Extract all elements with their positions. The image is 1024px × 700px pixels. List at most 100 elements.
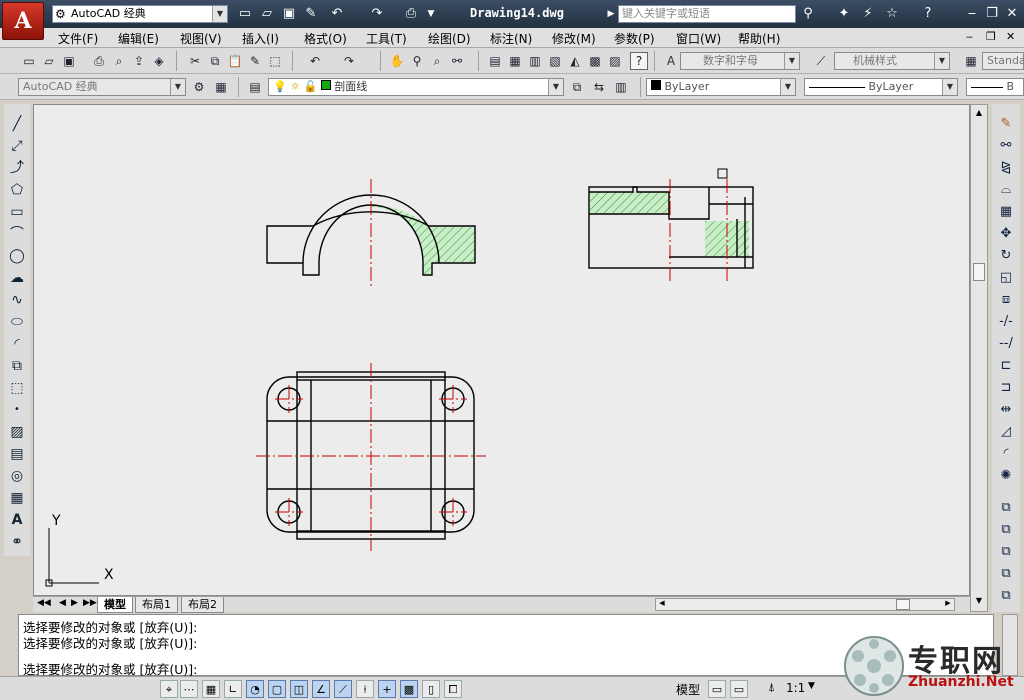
fillet-icon[interactable]: ◜: [995, 444, 1017, 464]
tab-next-icon[interactable]: ▶: [71, 598, 78, 608]
markup-icon[interactable]: ◭: [566, 52, 584, 70]
quick-view-layouts-icon[interactable]: ▭: [708, 680, 726, 698]
move-icon[interactable]: ✥: [995, 224, 1017, 244]
break-at-point-icon[interactable]: ⊏: [995, 356, 1017, 376]
chevron-down-icon[interactable]: ▼: [780, 79, 795, 95]
circle-icon[interactable]: ◯: [6, 246, 28, 266]
open-file-icon[interactable]: ▱: [258, 5, 276, 23]
vertical-scrollbar[interactable]: ▲ ▼: [970, 104, 988, 612]
layer-combo[interactable]: 💡 ☼ 🔓 剖面线 ▼: [268, 78, 564, 96]
redo-icon[interactable]: ↷: [340, 52, 358, 70]
design-center-icon[interactable]: ▦: [506, 52, 524, 70]
text-style-combo[interactable]: 数字和字母 ▼: [680, 52, 800, 70]
copy-object-icon[interactable]: ⚯: [995, 136, 1017, 156]
multiline-text-icon[interactable]: A: [6, 510, 28, 530]
minimize-icon[interactable]: ‒: [962, 5, 982, 23]
workspace-settings-icon[interactable]: ⚙: [190, 78, 208, 96]
annotation-scale-dropdown-icon[interactable]: ▼: [808, 681, 815, 691]
model-space-label[interactable]: 模型: [676, 681, 700, 698]
copy-icon[interactable]: ⧉: [206, 52, 224, 70]
mirror-icon[interactable]: ⧎: [995, 158, 1017, 178]
doc-minimize-icon[interactable]: ‒: [966, 30, 973, 43]
color-control-combo[interactable]: ByLayer ▼: [646, 78, 796, 96]
make-block-icon[interactable]: ⬚: [6, 378, 28, 398]
qnew-icon[interactable]: ▭: [20, 52, 38, 70]
scroll-right-icon[interactable]: ▶: [942, 599, 954, 610]
pan-hand-icon[interactable]: ✋: [388, 52, 406, 70]
break-icon[interactable]: ⊐: [995, 378, 1017, 398]
scale-icon[interactable]: ◱: [995, 268, 1017, 288]
match-properties-icon[interactable]: ✎: [246, 52, 264, 70]
tool-palettes-icon[interactable]: ▥: [526, 52, 544, 70]
layer-states-icon[interactable]: ▥: [612, 78, 630, 96]
linetype-control-combo[interactable]: ByLayer ▼: [804, 78, 958, 96]
properties-icon[interactable]: ▤: [486, 52, 504, 70]
lineweight-control-combo[interactable]: B: [966, 78, 1024, 96]
search-binoculars-icon[interactable]: ⚲: [798, 5, 818, 23]
zoom-realtime-icon[interactable]: ⚲: [408, 52, 426, 70]
draw-order-front-icon[interactable]: ⧉: [995, 498, 1017, 518]
application-menu-button[interactable]: A: [2, 2, 44, 40]
menu-view[interactable]: 视图(V): [180, 30, 222, 47]
tab-layout1[interactable]: 布局1: [135, 597, 178, 613]
communication-center-icon[interactable]: ⚡: [858, 5, 878, 23]
plot-preview-icon[interactable]: ⌕: [110, 52, 128, 70]
array-icon[interactable]: ▦: [995, 202, 1017, 222]
drawing-canvas[interactable]: Y X: [33, 104, 970, 596]
chevron-down-icon[interactable]: ▼: [934, 53, 949, 69]
workspace-switch-combo[interactable]: ⚙ AutoCAD 经典 ▼: [52, 5, 228, 23]
quickcalc-icon[interactable]: ▩: [586, 52, 604, 70]
snap-mode-icon[interactable]: ⋯: [180, 680, 198, 698]
redo-icon[interactable]: ↷: [368, 5, 386, 23]
doc-close-icon[interactable]: ✕: [1006, 30, 1015, 43]
chevron-down-icon[interactable]: ▼: [212, 6, 227, 22]
ellipse-icon[interactable]: ⬭: [6, 312, 28, 332]
block-editor-icon[interactable]: ⬚: [266, 52, 284, 70]
construction-line-icon[interactable]: ⤢: [6, 136, 28, 156]
menu-edit[interactable]: 编辑(E): [118, 30, 159, 47]
scroll-thumb[interactable]: [973, 263, 985, 281]
restore-icon[interactable]: ❐: [982, 5, 1002, 23]
rotate-icon[interactable]: ↻: [995, 246, 1017, 266]
3d-osnap-icon[interactable]: ◫: [290, 680, 308, 698]
infer-constraints-icon[interactable]: ⌖: [160, 680, 178, 698]
menu-modify[interactable]: 修改(M): [552, 30, 596, 47]
grid-display-icon[interactable]: ▦: [202, 680, 220, 698]
menu-window[interactable]: 窗口(W): [676, 30, 721, 47]
menu-help[interactable]: 帮助(H): [738, 30, 780, 47]
menu-format[interactable]: 格式(O): [304, 30, 347, 47]
customize-icon[interactable]: ▦: [212, 78, 230, 96]
zoom-window-icon[interactable]: ⌕: [428, 52, 446, 70]
menu-tools[interactable]: 工具(T): [366, 30, 407, 47]
join-icon[interactable]: ⇹: [995, 400, 1017, 420]
dim-style-combo[interactable]: 机械样式 ▼: [834, 52, 950, 70]
chevron-down-icon[interactable]: ▼: [548, 79, 563, 95]
menu-insert[interactable]: 插入(I): [242, 30, 279, 47]
tab-first-icon[interactable]: ◀◀: [37, 598, 51, 608]
arc-icon[interactable]: ⌒: [6, 224, 28, 244]
tab-layout2[interactable]: 布局2: [181, 597, 224, 613]
stretch-icon[interactable]: ⧈: [995, 290, 1017, 310]
open-icon[interactable]: ▱: [40, 52, 58, 70]
transparency-icon[interactable]: ▩: [400, 680, 418, 698]
polyline-icon[interactable]: ⤴: [6, 158, 28, 178]
tab-last-icon[interactable]: ▶▶: [83, 598, 97, 608]
zoom-previous-icon[interactable]: ⚯: [448, 52, 466, 70]
dynamic-ucs-icon[interactable]: ⟋: [334, 680, 352, 698]
explode-icon[interactable]: ✺: [995, 466, 1017, 486]
annotation-scale[interactable]: 1:1: [786, 681, 805, 695]
menu-dimension[interactable]: 标注(N): [490, 30, 532, 47]
polygon-icon[interactable]: ⬠: [6, 180, 28, 200]
table-style-combo[interactable]: Standa: [982, 52, 1024, 70]
save-icon[interactable]: ▣: [280, 5, 298, 23]
lineweight-toggle-icon[interactable]: +: [378, 680, 396, 698]
region-icon[interactable]: ◎: [6, 466, 28, 486]
chamfer-icon[interactable]: ◿: [995, 422, 1017, 442]
3d-dwf-icon[interactable]: ◈: [150, 52, 168, 70]
make-current-layer-icon[interactable]: ⧉: [568, 78, 586, 96]
object-snap-icon[interactable]: ▢: [268, 680, 286, 698]
quick-access-dropdown-icon[interactable]: ▼: [422, 5, 440, 23]
spline-icon[interactable]: ∿: [6, 290, 28, 310]
offset-icon[interactable]: ⌓: [995, 180, 1017, 200]
menu-file[interactable]: 文件(F): [58, 30, 98, 47]
